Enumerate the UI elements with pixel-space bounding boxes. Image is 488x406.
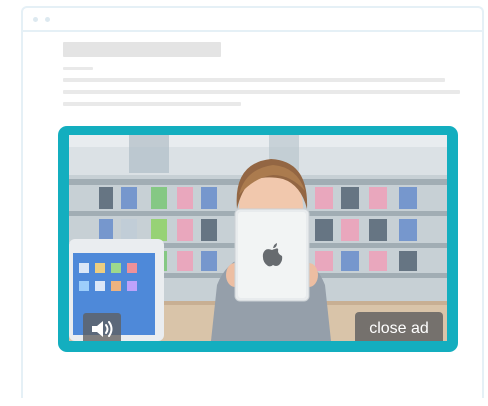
video-ad-frame: close ad — [58, 126, 458, 352]
browser-titlebar — [23, 8, 482, 32]
placeholder-line — [63, 102, 241, 106]
ad-video[interactable]: close ad — [69, 135, 447, 341]
placeholder-line — [63, 78, 445, 82]
placeholder-line — [63, 67, 93, 70]
speaker-icon — [92, 321, 113, 337]
sound-toggle-button[interactable] — [83, 313, 121, 341]
placeholder-line — [63, 90, 460, 94]
placeholder-title — [63, 42, 221, 57]
window-dot[interactable] — [45, 17, 50, 22]
ad-video-scene — [69, 135, 447, 341]
window-dot[interactable] — [33, 17, 38, 22]
close-ad-button[interactable]: close ad — [355, 312, 443, 341]
